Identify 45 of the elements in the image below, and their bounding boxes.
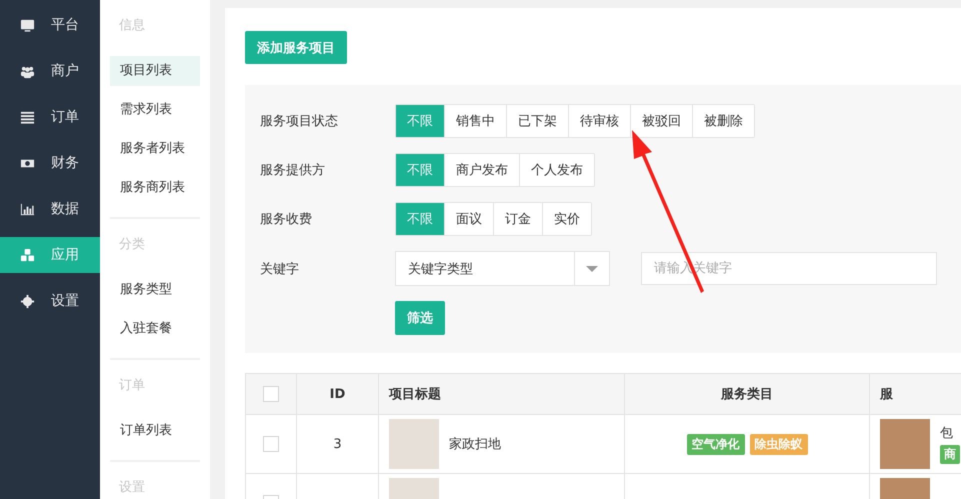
nav-item[interactable]: 订单 [0, 94, 100, 140]
filter-label: 服务提供方 [260, 162, 326, 179]
provider-tag: 商 [940, 445, 960, 464]
filter-option[interactable]: 实价 [542, 203, 591, 235]
sub-nav-item[interactable]: 需求列表 [110, 95, 200, 125]
select-all-checkbox[interactable] [263, 386, 279, 402]
filter-label: 服务项目状态 [260, 113, 339, 130]
nav-item[interactable]: 数据 [0, 186, 100, 232]
section-title: 设置 [118, 479, 146, 497]
table-cell: 3 [297, 415, 379, 473]
cubes-icon [20, 248, 35, 262]
photo-placeholder [389, 419, 439, 469]
caret-icon [586, 266, 598, 272]
bar-chart-icon [20, 202, 35, 216]
sub-nav-item[interactable]: 项目列表 [110, 56, 200, 86]
header-cell: 服 [870, 374, 961, 414]
section-title: 分类 [118, 236, 146, 254]
sub-nav-item[interactable]: 服务商列表 [110, 173, 200, 203]
sub-nav-item[interactable]: 订单列表 [110, 416, 200, 446]
filter-option[interactable]: 被删除 [692, 105, 754, 137]
item-title: 家政扫地 [449, 436, 501, 453]
filter-label: 服务收费 [260, 211, 313, 228]
list-icon [20, 110, 35, 124]
row-checkbox[interactable] [263, 436, 279, 452]
filter-label: 关键字 [260, 260, 300, 278]
keyword-type-select[interactable]: 关键字类型 [395, 251, 610, 286]
nav-item[interactable]: 设置 [0, 278, 100, 324]
nav-item[interactable]: 商户 [0, 48, 100, 94]
header-cell: 服务类目 [625, 374, 870, 414]
section-title: 信息 [118, 17, 146, 35]
nav-item[interactable]: 平台 [0, 2, 100, 48]
sub-nav-item[interactable]: 服务者列表 [110, 134, 200, 164]
category-tag: 除虫除蚁 [750, 434, 808, 454]
settings-icon [20, 294, 35, 308]
sub-nav-item[interactable]: 服务类型 [110, 275, 200, 305]
sub-nav-item[interactable]: 入驻套餐 [110, 314, 200, 344]
header-cell: ID [297, 374, 379, 414]
section-title: 订单 [118, 377, 146, 395]
nav-item[interactable]: 财务 [0, 140, 100, 186]
provider-name: 包 [940, 425, 954, 442]
monitor-icon [20, 18, 35, 32]
category-tag: 空气净化 [686, 434, 744, 454]
photo-placeholder [880, 419, 930, 469]
header-cell: 项目标题 [379, 374, 625, 414]
filter-option[interactable]: 个人发布 [519, 154, 594, 186]
